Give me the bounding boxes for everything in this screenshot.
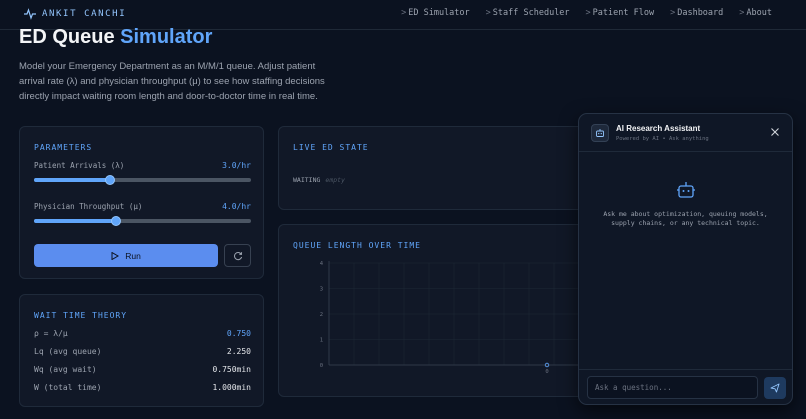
reset-button[interactable] [224, 244, 251, 267]
waiting-label: WAITING [293, 176, 321, 184]
waiting-status: WAITING empty [293, 176, 345, 184]
send-button[interactable] [764, 377, 786, 399]
wait-time-theory-card: WAIT TIME THEORY ρ = λ/μ 0.750 Lq (avg q… [19, 294, 264, 407]
theory-key: Lq (avg queue) [34, 347, 102, 356]
queue-chart-title: QUEUE LENGTH OVER TIME [293, 241, 421, 250]
theory-row: W (total time) 1.000min [34, 383, 251, 395]
slider-thumb[interactable] [111, 216, 122, 226]
divider [579, 369, 792, 370]
refresh-icon [233, 251, 242, 260]
nav-links: > ED Simulator > Staff Scheduler > Patient … [401, 8, 772, 18]
activity-icon [24, 8, 36, 20]
theory-value: 1.000min [212, 383, 251, 392]
y-tick-label: 4 [320, 261, 324, 267]
throughput-value: 4.0/hr [222, 202, 251, 211]
title-main: ED Queue [19, 26, 115, 48]
nav-label: Staff Scheduler [492, 8, 570, 18]
waiting-value: empty [325, 176, 345, 184]
nav-label: Dashboard [677, 8, 724, 18]
play-icon [111, 251, 120, 260]
chevron-right-icon: > [739, 8, 745, 18]
brand-logo[interactable]: ANKIT CANCHI [24, 8, 126, 20]
arrivals-slider[interactable] [34, 175, 251, 185]
close-icon[interactable] [770, 127, 780, 137]
y-tick-label: 1 [320, 338, 323, 344]
queue-length-chart-card: 0 1 2 3 4 0 QUEUE LENGTH OVER TIME [278, 224, 589, 397]
theory-title: WAIT TIME THEORY [34, 311, 128, 320]
nav-link-about[interactable]: > About [739, 8, 772, 18]
chevron-right-icon: > [485, 8, 491, 18]
slider-fill [34, 219, 117, 223]
ai-assistant-panel: AI Research Assistant Powered by AI • As… [578, 113, 793, 405]
title-accent: Simulator [120, 26, 213, 48]
send-icon [770, 383, 780, 393]
assistant-avatar [591, 124, 609, 142]
run-button[interactable]: Run [34, 244, 218, 267]
chevron-right-icon: > [401, 8, 407, 18]
theory-row: ρ = λ/μ 0.750 [34, 329, 251, 341]
chevron-right-icon: > [670, 8, 676, 18]
theory-row: Wq (avg wait) 0.750min [34, 365, 251, 377]
theory-key: ρ = λ/μ [34, 329, 68, 338]
run-label: Run [125, 250, 141, 261]
y-tick-label: 2 [320, 312, 323, 318]
chevron-right-icon: > [585, 8, 591, 18]
y-tick-label: 3 [320, 287, 323, 293]
live-title: LIVE ED STATE [293, 143, 369, 152]
assistant-title: AI Research Assistant [616, 124, 701, 133]
nav-label: ED Simulator [408, 8, 470, 18]
slider-fill [34, 178, 110, 182]
arrivals-label: Patient Arrivals (λ) [34, 161, 125, 170]
robot-icon [596, 129, 604, 137]
assistant-header: AI Research Assistant Powered by AI • As… [579, 114, 792, 152]
theory-key: Wq (avg wait) [34, 365, 97, 374]
nav-link-ed-simulator[interactable]: > ED Simulator [401, 8, 470, 18]
queue-length-chart: 0 1 2 3 4 0 [320, 261, 589, 375]
page-title: ED Queue Simulator [19, 26, 212, 49]
live-ed-state-card: LIVE ED STATE WAITING empty [278, 126, 588, 210]
brand-name: ANKIT CANCHI [42, 9, 127, 19]
assistant-subtitle: Powered by AI • Ask anything [616, 136, 709, 142]
y-tick-label: 0 [320, 363, 323, 369]
robot-icon [677, 182, 695, 198]
nav-label: Patient Flow [592, 8, 655, 18]
parameters-title: PARAMETERS [34, 143, 93, 152]
slider-thumb[interactable] [104, 175, 115, 185]
theory-value: 0.750 [226, 329, 251, 338]
theory-row: Lq (avg queue) 2.250 [34, 347, 251, 359]
assistant-hint: Ask me about optimization, queuing model… [603, 210, 768, 227]
theory-key: W (total time) [34, 383, 102, 392]
nav-link-patient-flow[interactable]: > Patient Flow [586, 8, 655, 18]
parameters-card: PARAMETERS Patient Arrivals (λ) 3.0/hr P… [19, 126, 264, 279]
nav-link-dashboard[interactable]: > Dashboard [670, 8, 723, 18]
nav-label: About [746, 8, 772, 18]
nav-link-staff-scheduler[interactable]: > Staff Scheduler [486, 8, 570, 18]
question-input[interactable] [587, 376, 758, 399]
theory-value: 2.250 [226, 347, 251, 356]
throughput-label: Physician Throughput (μ) [34, 202, 143, 211]
theory-value: 0.750min [212, 365, 251, 374]
arrivals-value: 3.0/hr [222, 161, 251, 170]
page-description: Model your Emergency Department as an M/… [19, 61, 325, 102]
throughput-slider[interactable] [34, 216, 251, 226]
x-tick-label: 0 [545, 369, 548, 375]
